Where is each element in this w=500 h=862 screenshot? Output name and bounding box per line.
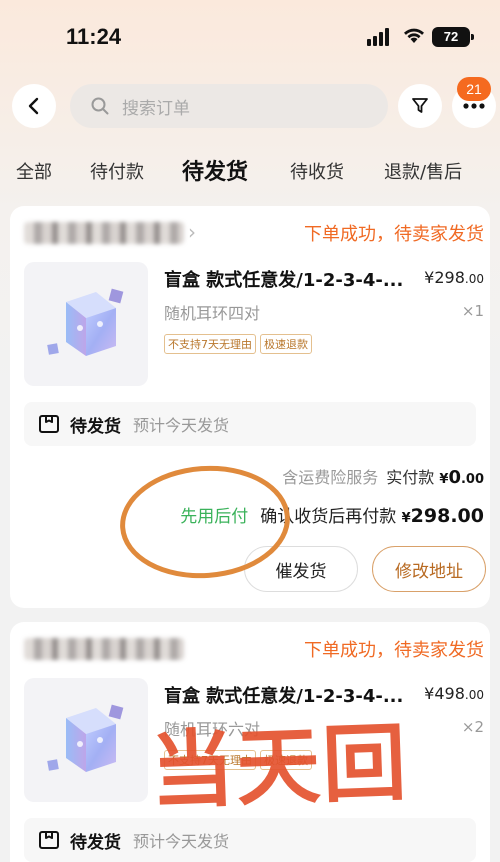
order-status: 下单成功，待卖家发货 <box>304 640 484 661</box>
blind-box-cube-image <box>47 288 124 356</box>
shipping-insurance-text: 含运费险服务 <box>282 468 379 487</box>
tab-pending-receipt[interactable]: 待收货 <box>290 158 344 184</box>
search-icon <box>91 97 109 115</box>
tab-pending-shipment[interactable]: 待发货 <box>182 154 248 186</box>
order-status: 下单成功，待卖家发货 <box>304 224 484 245</box>
back-arrow-icon <box>28 97 39 115</box>
payment-summary: 含运费险服务 实付款 ¥0.00 <box>282 467 484 488</box>
search-placeholder: 搜索订单 <box>122 98 190 119</box>
back-button[interactable] <box>12 84 56 128</box>
order-tabs: 全部 待付款 待发货 待收货 退款/售后 <box>0 150 500 194</box>
more-dots-icon <box>463 103 485 109</box>
battery-icon: 72 <box>432 27 474 47</box>
product-price: ¥498.00 <box>424 684 484 703</box>
search-input[interactable]: 搜索订单 <box>70 84 388 128</box>
blind-box-cube-image <box>47 704 124 772</box>
tag-no-7day-return: 不支持7天无理由 <box>164 334 256 354</box>
filter-icon <box>412 98 428 113</box>
pay-later-label: 先用后付 <box>180 507 249 527</box>
product-thumbnail[interactable] <box>24 262 148 386</box>
pay-later-description: 确认收货后再付款 <box>260 507 397 527</box>
tab-refund-aftersale[interactable]: 退款/售后 <box>384 158 462 184</box>
package-icon <box>39 415 59 433</box>
change-address-button[interactable]: 修改地址 <box>372 546 486 592</box>
product-thumbnail[interactable] <box>24 678 148 802</box>
order-card[interactable]: › 下单成功，待卖家发货 盲盒 款式任意发/1-2-3-4-... ¥298.0… <box>10 206 490 608</box>
filter-button[interactable] <box>398 84 442 128</box>
tab-pending-payment[interactable]: 待付款 <box>90 158 144 184</box>
shipping-label: 待发货 <box>70 416 121 437</box>
service-tags: 不支持7天无理由 极速退款 <box>164 334 312 354</box>
shipping-estimate: 预计今天发货 <box>133 832 230 851</box>
shop-name-blurred[interactable] <box>24 638 184 660</box>
product-quantity: ×1 <box>461 302 484 320</box>
shipping-status-row[interactable]: 待发货 预计今天发货 <box>24 402 476 446</box>
notification-badge: 21 <box>457 77 491 101</box>
status-bar: 11:24 72 <box>0 0 500 76</box>
shipping-estimate: 预计今天发货 <box>133 416 230 435</box>
paid-label: 实付款 <box>386 468 435 487</box>
tag-fast-refund: 极速退款 <box>260 334 312 354</box>
paid-amount: 0 <box>448 467 461 488</box>
wifi-icon <box>404 28 424 43</box>
pay-later-row: 先用后付 确认收货后再付款 ¥298.00 <box>180 505 484 527</box>
shipping-status-row[interactable]: 待发货 预计今天发货 <box>24 818 476 862</box>
overlay-caption: 当天回 <box>148 713 410 821</box>
cellular-signal-icon <box>367 28 393 46</box>
shipping-label: 待发货 <box>70 832 121 853</box>
product-spec: 随机耳环四对 <box>164 304 261 323</box>
package-icon <box>39 831 59 849</box>
chevron-right-icon: › <box>188 220 196 244</box>
shop-name-blurred[interactable] <box>24 222 184 244</box>
product-title[interactable]: 盲盒 款式任意发/1-2-3-4-... <box>164 266 416 292</box>
status-time: 11:24 <box>66 24 122 49</box>
urge-shipment-button[interactable]: 催发货 <box>244 546 358 592</box>
tab-all[interactable]: 全部 <box>16 158 52 184</box>
pay-later-amount: 298.00 <box>410 505 484 527</box>
product-price: ¥298.00 <box>424 268 484 287</box>
product-quantity: ×2 <box>461 718 484 736</box>
